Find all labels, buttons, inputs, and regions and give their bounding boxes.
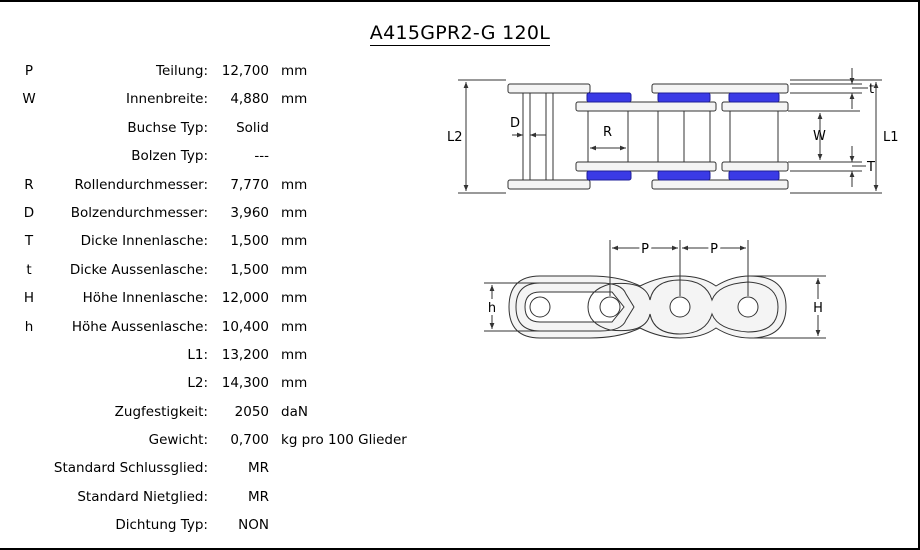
outer-plate-top-right (651, 83, 789, 94)
chain-diagram: L2 L1 D R W t T P P h H (447, 68, 899, 339)
label-L1: L1 (883, 130, 899, 145)
pin-circle-1 (529, 296, 551, 318)
chain-side-view (508, 275, 787, 339)
label-D: D (510, 116, 520, 131)
label-t: t (869, 82, 874, 97)
label-R: R (603, 125, 612, 140)
label-P2: P (710, 242, 718, 257)
pin-circle-3 (669, 296, 691, 318)
label-h: h (488, 301, 496, 316)
label-P1: P (641, 242, 649, 257)
pin-circle-2 (599, 296, 621, 318)
inner-plate-bottom (575, 161, 717, 172)
label-L2: L2 (447, 130, 463, 145)
roller-3 (729, 110, 779, 163)
label-T: T (866, 160, 875, 175)
pin-circle-4 (737, 296, 759, 318)
inner-plate-top-right (721, 101, 789, 112)
outer-plate-bottom-right (651, 179, 789, 190)
pin-right (545, 92, 554, 181)
pin-left (522, 92, 531, 181)
inner-plate-top (575, 101, 717, 112)
label-H: H (813, 301, 823, 316)
chain-top-view (507, 83, 789, 190)
inner-plate-bottom-right (721, 161, 789, 172)
label-W: W (813, 129, 826, 144)
outer-plate-top (507, 83, 591, 94)
outer-plate-bottom (507, 179, 591, 190)
